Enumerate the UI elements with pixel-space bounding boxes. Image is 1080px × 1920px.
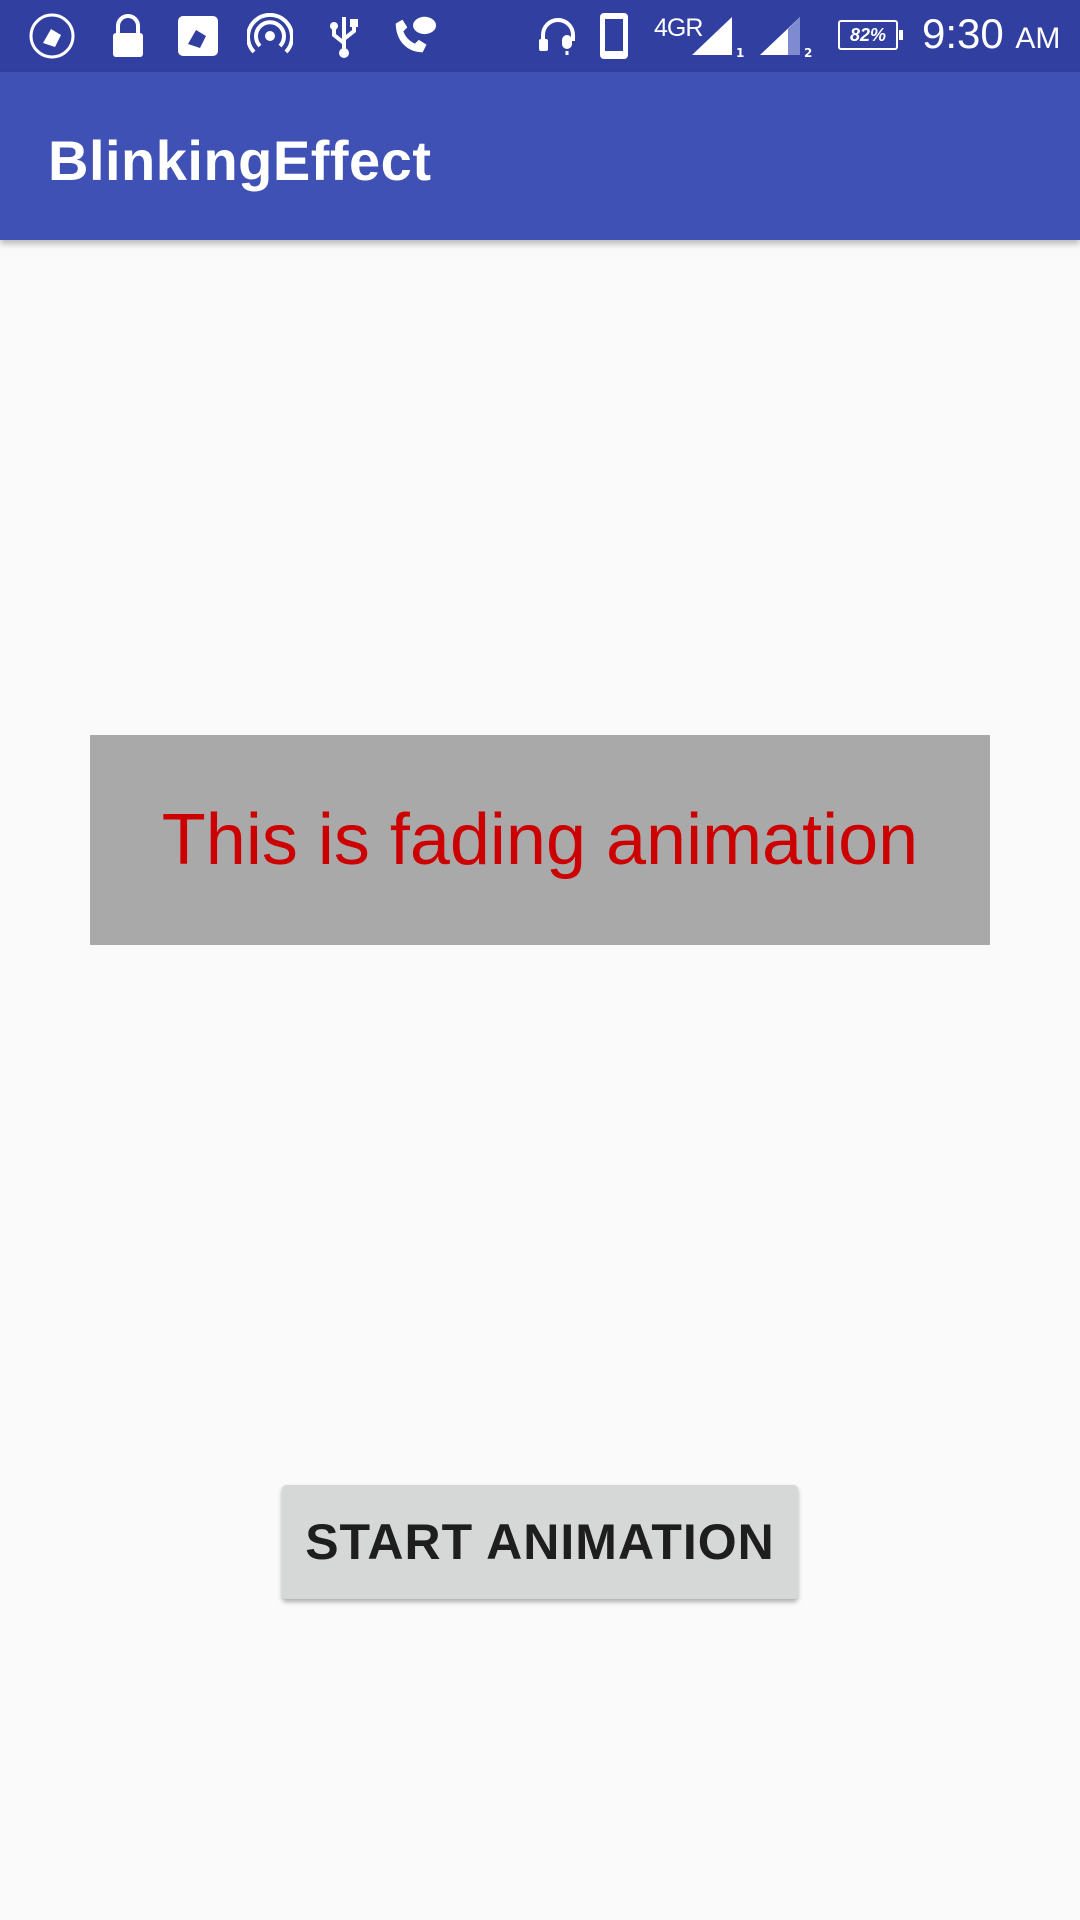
signal-sim2-icon: 2: [758, 12, 814, 60]
fading-text-box: This is fading animation: [90, 735, 990, 945]
svg-text:2: 2: [804, 46, 812, 59]
lock-icon: [104, 12, 152, 60]
battery-icon: 82%: [838, 20, 903, 50]
cleaner-app-icon: [174, 12, 222, 60]
phone-icon: [590, 12, 638, 60]
signal-sim1-icon: 1: [690, 12, 746, 60]
app-title: BlinkingEffect: [48, 129, 432, 192]
battery-percent: 82%: [849, 24, 887, 45]
clock: 9:30 AM: [922, 10, 1060, 58]
screen: 4GR 1 2 82% 9:30 AM BlinkingEffect This …: [0, 0, 1080, 1920]
usb-icon: [320, 12, 368, 60]
clock-time: 9:30: [922, 10, 1004, 57]
headset-icon: [534, 12, 582, 60]
svg-text:1: 1: [736, 46, 744, 59]
cleaner-icon: [28, 12, 76, 60]
fading-text: This is fading animation: [161, 800, 919, 880]
hotspot-icon: [246, 12, 294, 60]
clock-ampm: AM: [1015, 22, 1061, 55]
start-animation-button[interactable]: START ANIMATION: [282, 1485, 798, 1599]
app-bar: BlinkingEffect: [0, 72, 1080, 240]
wifi-calling-icon: [390, 12, 438, 60]
status-bar: 4GR 1 2 82% 9:30 AM: [0, 0, 1080, 72]
